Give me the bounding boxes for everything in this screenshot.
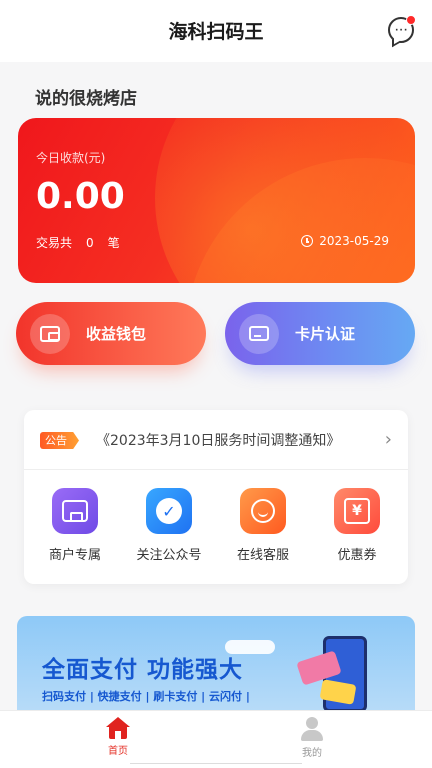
unread-dot-badge [406, 15, 416, 25]
tab-home[interactable]: 首页 [58, 717, 178, 757]
service-grid: 商户专属 ✓ 关注公众号 在线客服 ¥ 优惠券 [24, 488, 408, 578]
app-header: 海科扫码王 ··· [0, 0, 432, 62]
transaction-summary: 交易共 0 笔 [36, 234, 120, 251]
card-icon-wrap [239, 313, 279, 354]
chevron-right-icon[interactable]: › [385, 429, 392, 450]
card-decoration-glow [155, 118, 415, 283]
headset-glyph [251, 499, 275, 523]
service-follow-account[interactable]: ✓ 关注公众号 [123, 488, 215, 578]
shop-glyph [62, 500, 88, 522]
store-name: 说的很烧烤店 [35, 89, 137, 109]
announcement-tag: 公告 [40, 432, 79, 449]
announcement-text[interactable]: 《2023年3月10日服务时间调整通知》 [96, 430, 340, 450]
app-title: 海科扫码王 [168, 21, 264, 43]
credit-card-icon [249, 326, 269, 341]
checkmark-icon: ✓ [156, 498, 182, 524]
transaction-suffix: 笔 [107, 236, 120, 250]
revenue-date: 2023-05-29 [301, 234, 389, 248]
date-text: 2023-05-29 [319, 234, 389, 248]
transaction-count: 0 [86, 235, 94, 250]
tab-home-label: 首页 [108, 746, 128, 757]
banner-title: 全面支付 功能强大 [42, 657, 244, 683]
service-online-support[interactable]: 在线客服 [217, 488, 309, 578]
user-body [301, 730, 323, 741]
service-label: 在线客服 [236, 548, 289, 563]
user-icon [300, 717, 324, 741]
home-door [115, 731, 121, 739]
announcement-bar[interactable]: 公告 《2023年3月10日服务时间调整通知》 › [24, 410, 408, 470]
chat-dots: ··· [395, 26, 409, 36]
service-label: 关注公众号 [136, 548, 202, 563]
services-panel: 公告 《2023年3月10日服务时间调整通知》 › 商户专属 ✓ 关注公众号 在… [24, 410, 408, 584]
revenue-amount: 0.00 [36, 176, 125, 217]
clock-icon [301, 235, 314, 247]
user-head [306, 717, 318, 729]
service-merchant-exclusive[interactable]: 商户专属 [29, 488, 121, 578]
tab-me[interactable]: 我的 [252, 717, 372, 759]
revenue-label: 今日收款(元) [36, 151, 106, 165]
banner-subtitle: 扫码支付 | 快捷支付 | 刷卡支付 | 云闪付 | [42, 690, 250, 703]
card-verification-label: 卡片认证 [295, 325, 356, 343]
customer-service-icon [240, 488, 286, 534]
earnings-wallet-label: 收益钱包 [86, 325, 147, 343]
wallet-icon [40, 325, 60, 342]
home-icon [106, 717, 130, 739]
coupon-icon: ¥ [334, 488, 380, 534]
service-coupons[interactable]: ¥ 优惠券 [311, 488, 403, 578]
service-label: 商户专属 [48, 548, 101, 563]
earnings-wallet-button[interactable]: 收益钱包 [16, 302, 206, 365]
card-verification-button[interactable]: 卡片认证 [225, 302, 415, 365]
shop-icon [52, 488, 98, 534]
home-indicator [130, 763, 302, 764]
wallet-icon-wrap [30, 313, 70, 354]
tab-me-label: 我的 [302, 748, 322, 759]
verified-badge-icon: ✓ [146, 488, 192, 534]
transaction-prefix: 交易共 [36, 236, 73, 250]
bottom-tab-bar: 首页 我的 [0, 710, 432, 768]
revenue-card[interactable]: 今日收款(元) 0.00 交易共 0 笔 2023-05-29 [18, 118, 415, 283]
yen-icon: ¥ [344, 498, 370, 524]
service-label: 优惠券 [337, 548, 377, 563]
promo-banner[interactable]: 全面支付 功能强大 扫码支付 | 快捷支付 | 刷卡支付 | 云闪付 | [17, 616, 415, 716]
